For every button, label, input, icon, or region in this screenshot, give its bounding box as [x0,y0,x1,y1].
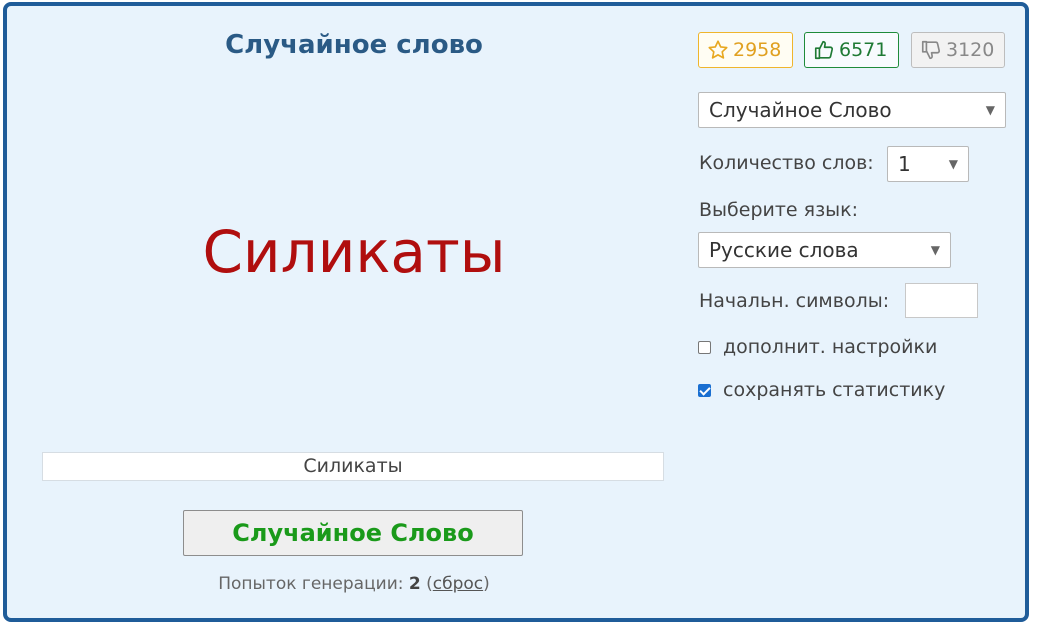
attempts-counter: Попыток генерации: 2 (сброс) [218,574,490,594]
page-title: Случайное слово [225,30,483,60]
thumbs-down-icon [921,40,941,60]
generate-button[interactable]: Случайное Слово [183,510,523,556]
word-count-value: 1 [898,152,911,176]
attempts-label: Попыток генерации: [218,574,409,594]
start-chars-input[interactable] [905,283,978,318]
like-count: 6571 [839,39,888,61]
generator-type-value: Случайное Слово [709,98,892,122]
chevron-down-icon: ▼ [985,103,995,117]
reset-link[interactable]: сброс [433,574,483,594]
save-stats-label[interactable]: сохранять статистику [723,379,945,401]
word-output-field[interactable]: Силикаты [42,452,664,481]
language-value: Русские слова [709,238,859,262]
dislike-button[interactable]: 3120 [911,32,1005,68]
advanced-settings-label[interactable]: дополнит. настройки [723,336,937,358]
save-stats-checkbox[interactable] [698,384,711,397]
word-count-label: Количество слов: [699,152,874,174]
generator-type-select[interactable]: Случайное Слово ▼ [698,92,1006,128]
like-button[interactable]: 6571 [804,32,899,68]
thumbs-up-icon [814,40,834,60]
advanced-settings-checkbox[interactable] [698,341,711,354]
word-count-select[interactable]: 1 ▼ [887,146,969,182]
favorite-button[interactable]: 2958 [698,32,793,68]
language-select[interactable]: Русские слова ▼ [698,232,951,268]
star-icon [708,40,728,59]
start-chars-label: Начальн. символы: [699,290,890,312]
generated-word: Силикаты [202,218,506,286]
favorite-count: 2958 [733,39,782,61]
dislike-count: 3120 [946,39,995,61]
language-label: Выберите язык: [699,199,859,221]
chevron-down-icon: ▼ [948,157,958,171]
chevron-down-icon: ▼ [930,243,940,257]
attempts-count: 2 [408,574,421,594]
